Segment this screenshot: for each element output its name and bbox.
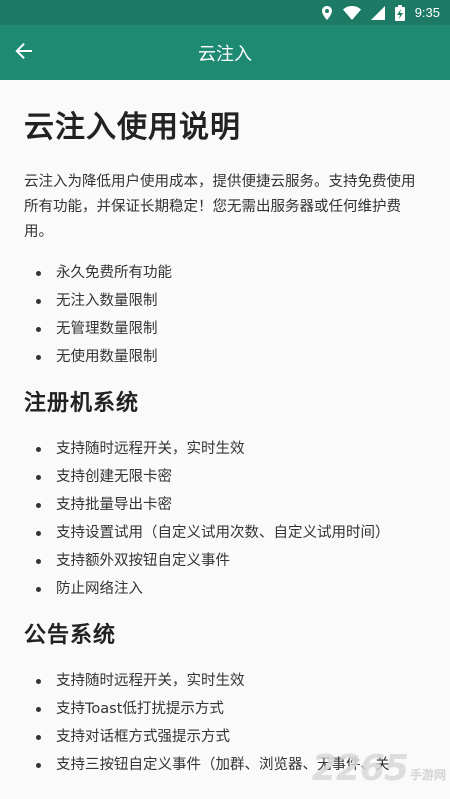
page-title: 云注入: [198, 43, 252, 65]
watermark-logo: 2265 手游网: [312, 748, 446, 789]
app-bar: 云注入: [0, 25, 450, 80]
doc-intro: 云注入为降低用户使用成本，提供便捷云服务。支持免费使用所有功能，并保证长期稳定！…: [24, 174, 416, 240]
section-title-keygen: 注册机系统: [24, 391, 140, 416]
list-item: 支持随时远程开关，实时生效: [24, 667, 426, 695]
list-item: 支持对话框方式强提示方式: [24, 723, 426, 751]
list-item: 无使用数量限制: [24, 343, 426, 371]
watermark-suffix: 手游网: [409, 768, 446, 782]
list-item: 无注入数量限制: [24, 287, 426, 315]
list-item: 永久免费所有功能: [24, 259, 426, 287]
keygen-list: 支持随时远程开关，实时生效 支持创建无限卡密 支持批量导出卡密 支持设置试用（自…: [24, 435, 426, 603]
section-title-notice: 公告系统: [24, 623, 117, 648]
status-bar: 9:35: [0, 0, 450, 25]
feature-list: 永久免费所有功能 无注入数量限制 无管理数量限制 无使用数量限制: [24, 259, 426, 371]
arrow-left-icon[interactable]: [15, 42, 33, 64]
signal-icon: [370, 5, 385, 20]
list-item: 支持额外双按钮自定义事件: [24, 547, 426, 575]
list-item: 支持Toast低打扰提示方式: [24, 695, 426, 723]
doc-content[interactable]: 云注入使用说明 云注入为降低用户使用成本，提供便捷云服务。支持免费使用所有功能，…: [0, 80, 450, 799]
list-item: 无管理数量限制: [24, 315, 426, 343]
status-time: 9:35: [414, 5, 440, 20]
list-item: 支持随时远程开关，实时生效: [24, 435, 426, 463]
back-button[interactable]: [0, 25, 48, 80]
list-item: 支持设置试用（自定义试用次数、自定义试用时间）: [24, 519, 426, 547]
watermark-number: 2265: [311, 748, 409, 789]
battery-charging-icon: [394, 4, 405, 21]
list-item: 支持批量导出卡密: [24, 491, 426, 519]
location-icon: [321, 5, 333, 20]
list-item: 防止网络注入: [24, 575, 426, 603]
wifi-icon: [342, 5, 361, 20]
list-item: 支持创建无限卡密: [24, 463, 426, 491]
doc-title: 云注入使用说明: [24, 110, 241, 145]
